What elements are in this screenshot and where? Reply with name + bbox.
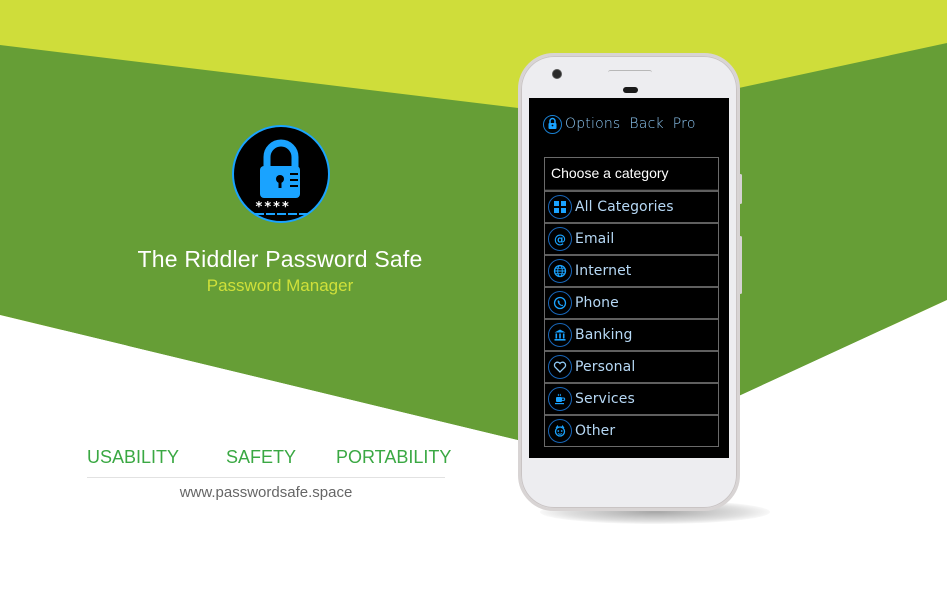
category-label: Email	[575, 231, 615, 247]
category-label: Services	[575, 391, 635, 407]
phone-icon	[548, 291, 572, 315]
app-title: The Riddler Password Safe	[137, 246, 423, 272]
menu-pro[interactable]: Pro	[673, 116, 696, 132]
coffee-cup-icon	[548, 387, 572, 411]
category-item-all[interactable]: All Categories	[545, 190, 718, 222]
app-logo: ****	[232, 125, 330, 223]
menu-back[interactable]: Back	[629, 116, 663, 132]
face-icon	[548, 419, 572, 443]
feature-list: USABILITY SAFETY PORTABILITY	[87, 447, 452, 471]
power-button	[739, 174, 742, 204]
category-label: Phone	[575, 295, 619, 311]
feature-usability: USABILITY	[87, 447, 180, 467]
divider	[87, 477, 445, 478]
app-toolbar: Options Back Pro	[543, 112, 705, 136]
svg-text:****: ****	[255, 200, 290, 215]
grid-icon	[548, 195, 572, 219]
dropdown-header: Choose a category	[545, 158, 718, 190]
front-camera	[552, 69, 562, 79]
menu-options[interactable]: Options	[565, 116, 620, 132]
bank-icon	[548, 323, 572, 347]
lock-icon	[543, 114, 562, 134]
background-shapes	[0, 0, 947, 592]
heart-icon	[548, 355, 572, 379]
feature-portability: PORTABILITY	[336, 447, 452, 467]
category-label: Banking	[575, 327, 633, 343]
category-dropdown[interactable]: Choose a category All Categories @ Email	[544, 157, 719, 447]
svg-text:@: @	[554, 233, 566, 247]
category-item-other[interactable]: Other	[545, 414, 718, 446]
at-sign-icon: @	[548, 227, 572, 251]
phone-mockup: Options Back Pro Choose a category All C…	[518, 53, 742, 511]
category-label: Personal	[575, 359, 636, 375]
volume-button	[739, 236, 742, 294]
category-label: All Categories	[575, 199, 674, 215]
earpiece-speaker	[608, 70, 652, 75]
feature-safety: SAFETY	[226, 447, 297, 467]
phone-screen: Options Back Pro Choose a category All C…	[529, 98, 729, 458]
category-label: Internet	[575, 263, 632, 279]
category-label: Other	[575, 423, 616, 439]
category-item-email[interactable]: @ Email	[545, 222, 718, 254]
category-item-phone[interactable]: Phone	[545, 286, 718, 318]
category-item-personal[interactable]: Personal	[545, 350, 718, 382]
website-link[interactable]: www.passwordsafe.space	[87, 484, 445, 501]
proximity-sensor	[623, 87, 638, 93]
padlock-icon: ****	[255, 139, 308, 215]
globe-icon	[548, 259, 572, 283]
category-item-internet[interactable]: Internet	[545, 254, 718, 286]
category-item-banking[interactable]: Banking	[545, 318, 718, 350]
app-subtitle: Password Manager	[206, 276, 354, 295]
category-item-services[interactable]: Services	[545, 382, 718, 414]
